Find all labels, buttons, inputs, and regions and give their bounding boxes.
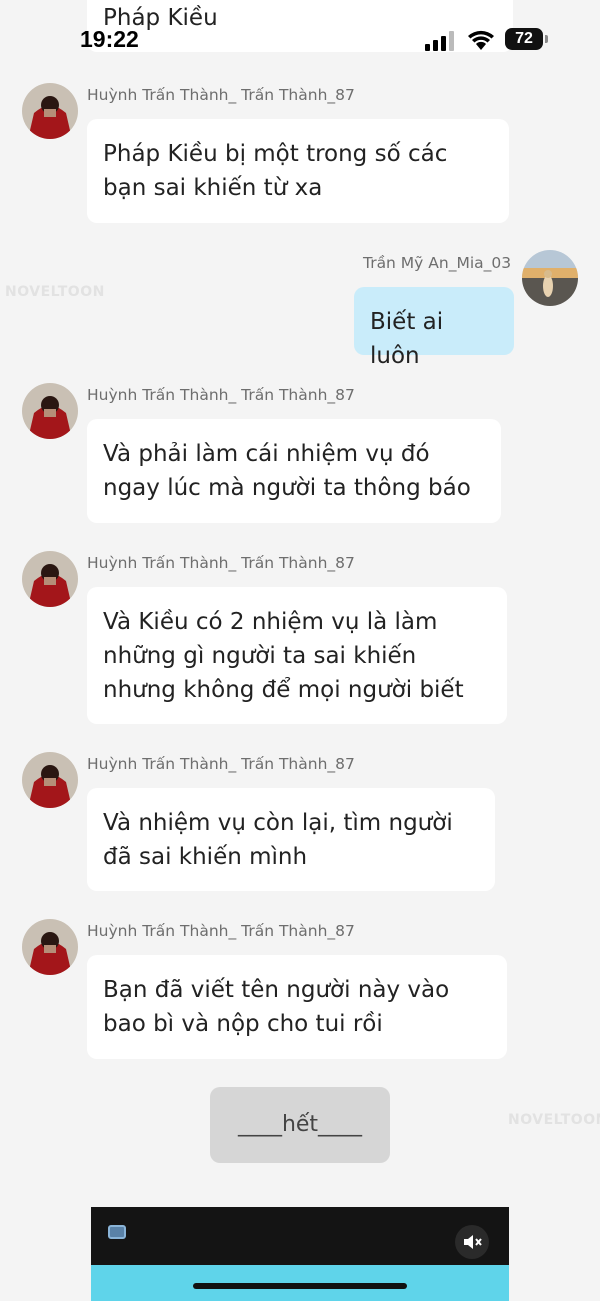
ad-icon <box>108 1225 126 1239</box>
sender-name: Huỳnh Trấn Thành_ Trấn Thành_87 <box>87 755 355 773</box>
sender-name: Huỳnh Trấn Thành_ Trấn Thành_87 <box>87 386 355 404</box>
mute-button[interactable] <box>455 1225 489 1259</box>
home-indicator[interactable] <box>193 1283 407 1289</box>
sender-name: Huỳnh Trấn Thành_ Trấn Thành_87 <box>87 922 355 940</box>
avatar[interactable] <box>22 919 78 975</box>
mute-icon <box>464 1235 482 1249</box>
watermark: NOVELTOON <box>5 284 105 300</box>
message-bubble: Và Kiều có 2 nhiệm vụ là làm những gì ng… <box>87 587 507 724</box>
end-button[interactable]: ____hết____ <box>210 1087 390 1163</box>
avatar[interactable] <box>22 383 78 439</box>
battery-icon: 72 <box>505 28 543 50</box>
avatar[interactable] <box>22 752 78 808</box>
wifi-icon <box>468 30 494 50</box>
status-time: 19:22 <box>80 26 139 52</box>
sender-name: Huỳnh Trấn Thành_ Trấn Thành_87 <box>87 86 355 104</box>
avatar[interactable] <box>522 250 578 306</box>
sender-name: Trần Mỹ An_Mia_03 <box>363 254 512 272</box>
battery-nub <box>545 35 548 43</box>
status-icons: 72 <box>425 28 550 54</box>
watermark: NOVELTOON <box>508 1112 600 1128</box>
sender-name: Huỳnh Trấn Thành_ Trấn Thành_87 <box>87 554 355 572</box>
message-bubble: Pháp Kiều bị một trong số các bạn sai kh… <box>87 119 509 223</box>
message-bubble: Bạn đã viết tên người này vào bao bì và … <box>87 955 507 1059</box>
avatar[interactable] <box>22 551 78 607</box>
signal-icon <box>425 31 454 51</box>
avatar[interactable] <box>22 83 78 139</box>
message-bubble: Và nhiệm vụ còn lại, tìm người đã sai kh… <box>87 788 495 891</box>
message-bubble: Và phải làm cái nhiệm vụ đó ngay lúc mà … <box>87 419 501 523</box>
message-bubble: Biết ai luôn <box>354 287 514 369</box>
